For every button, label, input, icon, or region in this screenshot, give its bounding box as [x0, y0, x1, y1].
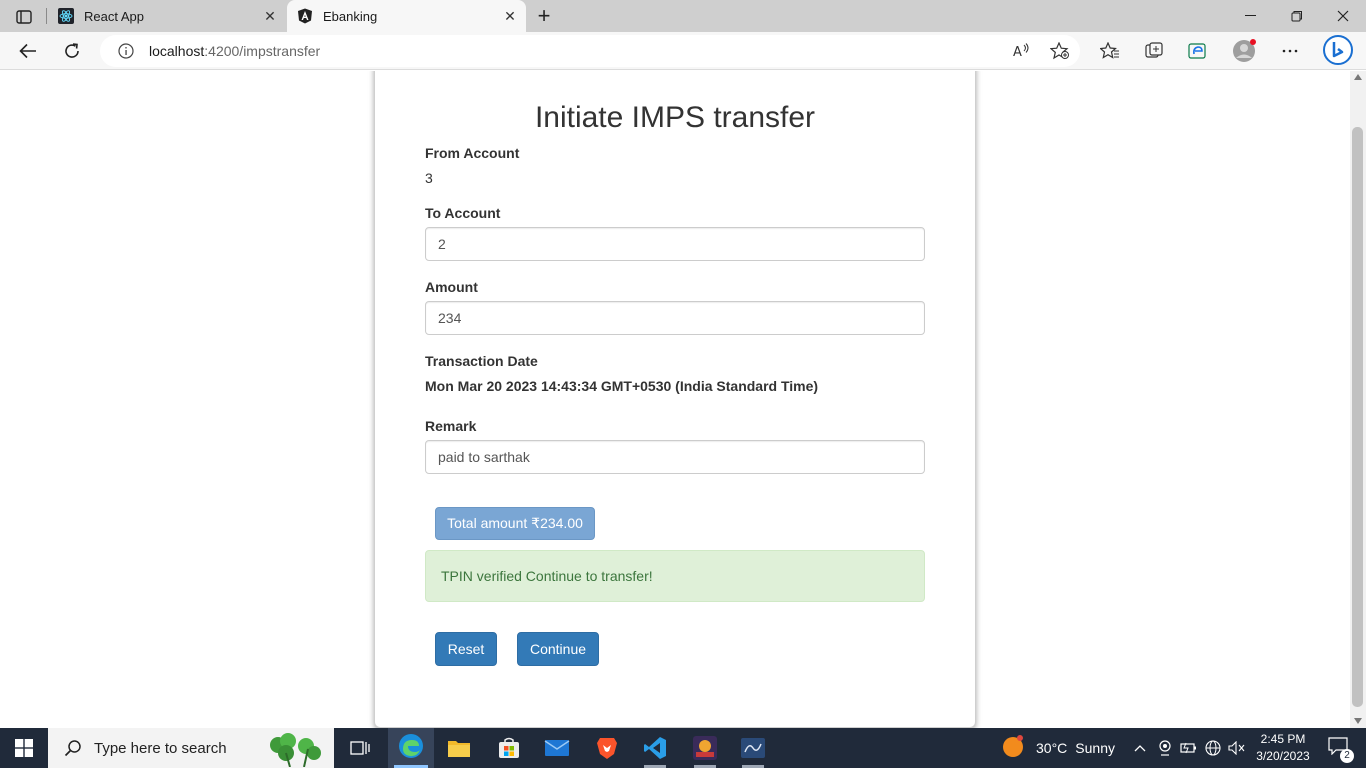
close-icon[interactable]: ✕	[260, 6, 280, 26]
from-account-value: 3	[425, 170, 433, 186]
tab-react-app[interactable]: React App ✕	[48, 0, 286, 32]
page-title: Initiate IMPS transfer	[534, 101, 816, 134]
notification-center[interactable]: 2	[1320, 728, 1356, 768]
clover-icon	[264, 731, 326, 768]
to-account-label: To Account	[425, 205, 501, 221]
weather-widget[interactable]: 30°C Sunny	[1000, 728, 1120, 768]
browser-toolbar: localhost:4200/impstransfer A	[0, 32, 1366, 70]
weather-desc: Sunny	[1075, 740, 1115, 756]
weather-temp: 30°C	[1036, 740, 1068, 756]
search-icon	[62, 737, 84, 759]
brave-browser-icon[interactable]	[584, 728, 630, 768]
sun-icon	[1000, 733, 1026, 764]
edge-icon	[398, 733, 424, 764]
scroll-up-arrow-icon[interactable]	[1354, 74, 1362, 80]
task-view-icon[interactable]	[344, 728, 376, 768]
transaction-date-value: Mon Mar 20 2023 14:43:34 GMT+0530 (India…	[425, 378, 819, 394]
read-aloud-icon[interactable]: A	[1012, 42, 1030, 65]
search-placeholder: Type here to search	[94, 739, 227, 757]
tab-actions-icon[interactable]	[10, 6, 38, 28]
network-globe-icon[interactable]	[1202, 728, 1224, 768]
restore-icon[interactable]	[1274, 0, 1320, 32]
address-bar[interactable]: localhost:4200/impstransfer A	[100, 35, 1080, 67]
microsoft-store-icon[interactable]	[486, 728, 532, 768]
tab-strip: React App ✕ Ebanking ✕ +	[0, 0, 1366, 32]
imps-transfer-card: Initiate IMPS transfer From Account 3 To…	[374, 71, 976, 728]
notification-icon: 2	[1328, 736, 1354, 763]
transaction-date-label: Transaction Date	[425, 353, 538, 369]
system-clock[interactable]: 2:45 PM 3/20/2023	[1248, 731, 1318, 765]
amount-label: Amount	[425, 279, 478, 295]
total-amount-button[interactable]: Total amount ₹234.00	[435, 507, 595, 540]
mail-icon[interactable]	[534, 728, 580, 768]
vscode-icon[interactable]	[632, 728, 678, 768]
continue-button[interactable]: Continue	[517, 632, 599, 666]
taskbar-edge[interactable]	[388, 728, 434, 768]
new-tab-icon[interactable]: +	[533, 3, 555, 28]
taskbar-search-box[interactable]: Type here to search	[48, 728, 334, 768]
more-options-icon[interactable]	[1276, 37, 1304, 65]
svg-text:A: A	[1013, 45, 1022, 60]
database-app-icon[interactable]	[730, 728, 776, 768]
profile-avatar[interactable]	[1230, 37, 1258, 65]
clock-time: 2:45 PM	[1260, 732, 1306, 746]
chevron-up-icon[interactable]	[1130, 728, 1150, 768]
to-account-input[interactable]: 2	[425, 227, 925, 261]
react-icon	[58, 8, 74, 24]
info-icon[interactable]	[117, 42, 135, 60]
success-alert: TPIN verified Continue to transfer!	[425, 550, 925, 602]
amount-input[interactable]: 234	[425, 301, 925, 335]
scrollbar-thumb[interactable]	[1352, 127, 1363, 707]
clock-date: 3/20/2023	[1256, 749, 1310, 763]
webcam-icon[interactable]	[1154, 728, 1176, 768]
tab-ebanking[interactable]: Ebanking ✕	[287, 0, 526, 32]
scroll-down-arrow-icon[interactable]	[1354, 718, 1362, 724]
notification-badge: 2	[1340, 748, 1354, 763]
file-explorer-icon[interactable]	[436, 728, 482, 768]
close-window-icon[interactable]	[1320, 0, 1366, 32]
vertical-scrollbar[interactable]	[1350, 71, 1366, 728]
minimize-icon[interactable]	[1228, 0, 1274, 32]
add-favorite-icon[interactable]	[1049, 41, 1070, 65]
remark-input[interactable]: paid to sarthak	[425, 440, 925, 474]
remark-label: Remark	[425, 418, 477, 434]
tab-title: Ebanking	[323, 8, 378, 24]
volume-muted-icon[interactable]	[1226, 728, 1248, 768]
back-arrow-icon[interactable]	[14, 37, 42, 65]
close-icon[interactable]: ✕	[500, 6, 520, 26]
windows-taskbar: Type here to search 30°C Sunny 2:45 PM 3…	[0, 728, 1366, 768]
bing-chat-icon[interactable]	[1322, 34, 1354, 66]
from-account-label: From Account	[425, 145, 520, 161]
battery-icon[interactable]	[1178, 728, 1200, 768]
reset-button[interactable]: Reset	[435, 632, 497, 666]
collections-icon[interactable]	[1140, 37, 1168, 65]
angular-icon	[297, 8, 313, 24]
windows-start-icon[interactable]	[0, 728, 48, 768]
page-content: Initiate IMPS transfer From Account 3 To…	[0, 71, 1350, 728]
tab-separator	[46, 8, 47, 24]
favorites-icon[interactable]	[1096, 37, 1124, 65]
edge-extension-icon[interactable]	[1184, 37, 1212, 65]
tab-title: React App	[84, 8, 144, 24]
game-app-icon[interactable]	[682, 728, 728, 768]
refresh-icon[interactable]	[58, 37, 86, 65]
url-text: localhost:4200/impstransfer	[149, 43, 321, 59]
